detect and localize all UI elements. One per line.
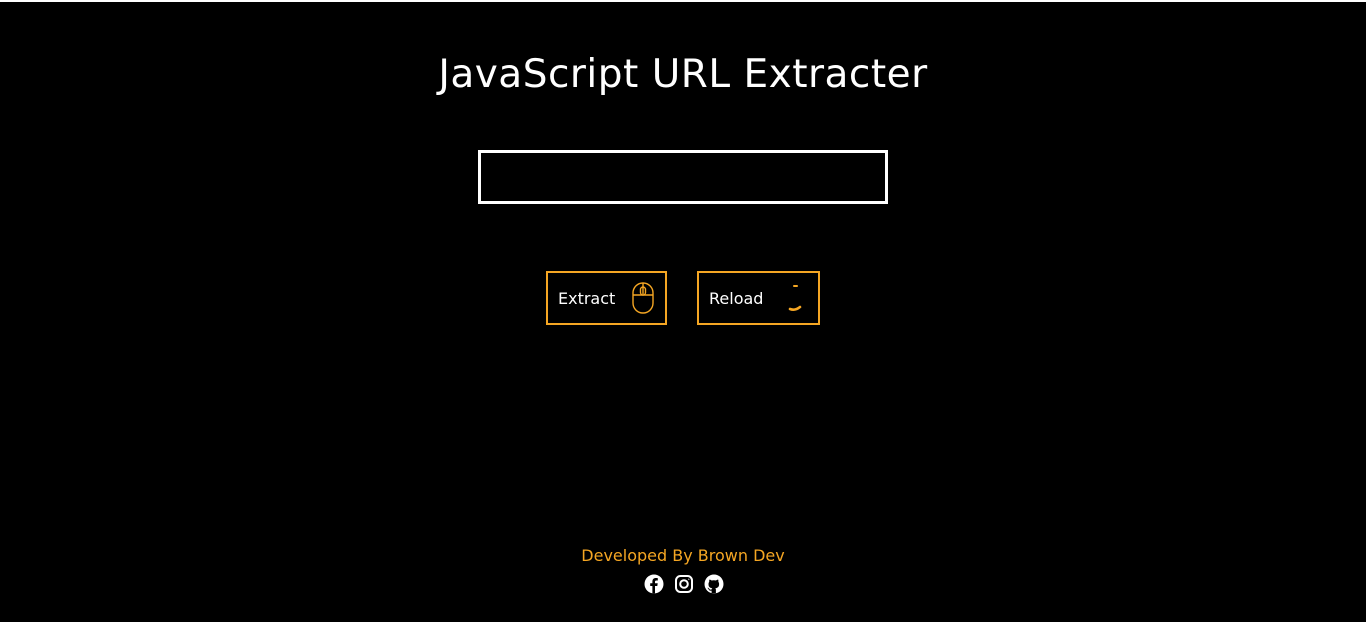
instagram-icon: [675, 575, 693, 593]
top-border: [0, 0, 1366, 2]
page-title: JavaScript URL Extracter: [438, 52, 928, 97]
extract-button[interactable]: Extract: [546, 271, 667, 325]
mouse-icon: [631, 281, 655, 315]
social-links: [644, 573, 724, 595]
facebook-link[interactable]: [644, 574, 664, 594]
extract-button-label: Extract: [558, 288, 616, 308]
loading-spinner-icon: [782, 281, 808, 315]
github-link[interactable]: [704, 574, 724, 594]
reload-button[interactable]: Reload: [697, 271, 820, 325]
url-input[interactable]: [478, 150, 888, 204]
instagram-link[interactable]: [674, 574, 694, 594]
developer-credit: Developed By Brown Dev: [581, 546, 785, 565]
reload-button-label: Reload: [709, 288, 764, 308]
github-icon: [704, 574, 724, 594]
facebook-icon: [644, 574, 664, 594]
